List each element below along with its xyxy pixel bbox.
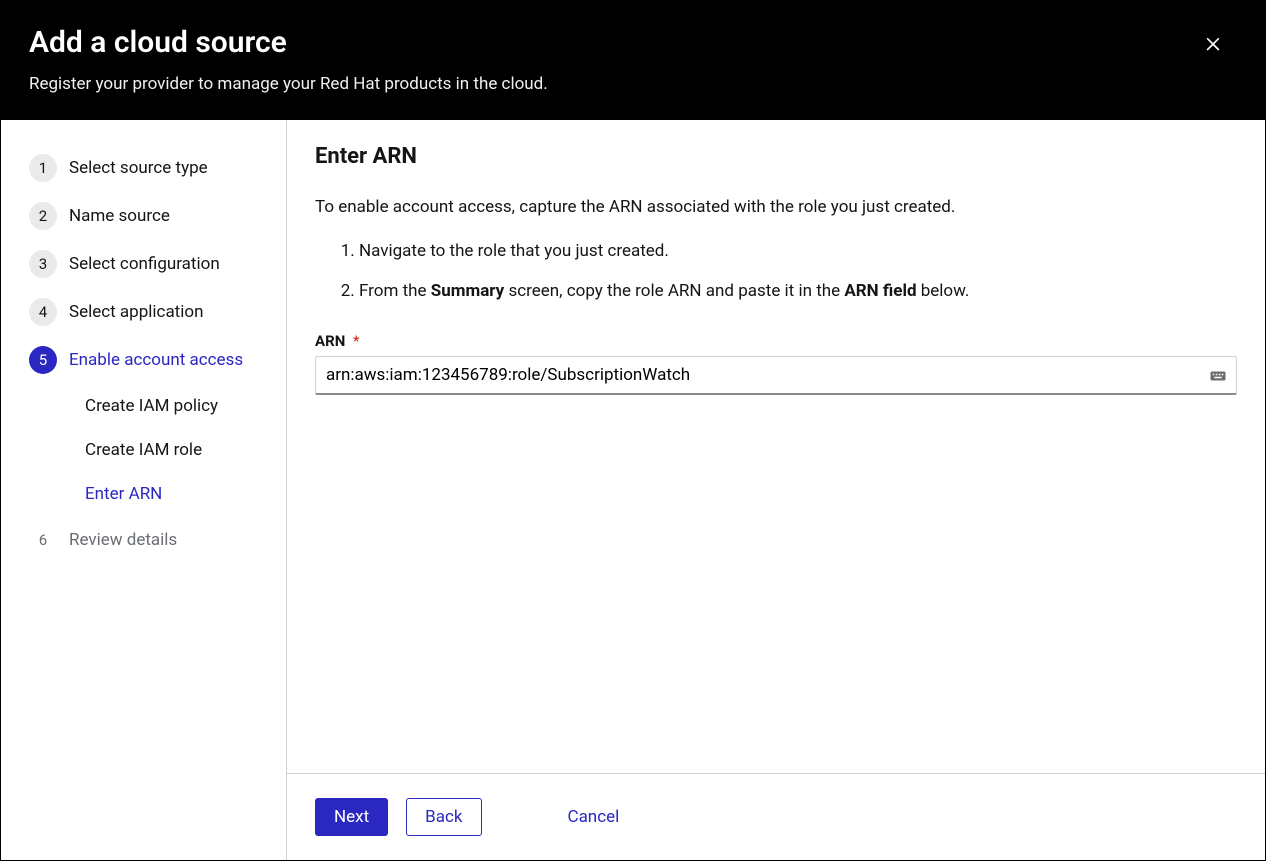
- step-label: Select configuration: [69, 254, 220, 274]
- wizard-sidebar: 1 Select source type 2 Name source 3 Sel…: [1, 120, 287, 860]
- instruction-step-2: From the Summary screen, copy the role A…: [359, 279, 1237, 305]
- page-heading: Enter ARN: [315, 144, 1237, 169]
- wizard-footer: Next Back Cancel: [287, 773, 1265, 860]
- substep-label: Create IAM policy: [85, 396, 218, 416]
- modal-body: 1 Select source type 2 Name source 3 Sel…: [1, 120, 1265, 860]
- step-select-configuration[interactable]: 3 Select configuration: [1, 240, 286, 288]
- step-label: Select application: [69, 302, 203, 322]
- step-number: 5: [29, 346, 57, 374]
- arn-label-row: ARN *: [315, 332, 1237, 350]
- modal-header: Add a cloud source Register your provide…: [1, 1, 1265, 120]
- substep-list: Create IAM policy Create IAM role Enter …: [1, 384, 286, 516]
- modal-title: Add a cloud source: [29, 25, 1237, 60]
- required-indicator: *: [353, 332, 359, 350]
- substep-create-iam-policy[interactable]: Create IAM policy: [69, 384, 286, 428]
- wizard-content: Enter ARN To enable account access, capt…: [287, 120, 1265, 773]
- step-name-source[interactable]: 2 Name source: [1, 192, 286, 240]
- arn-form-group: ARN *: [315, 332, 1237, 395]
- substep-label: Create IAM role: [85, 440, 202, 460]
- step-review-details[interactable]: 6 Review details: [1, 516, 286, 564]
- next-button[interactable]: Next: [315, 798, 388, 836]
- step-number: 2: [29, 202, 57, 230]
- arn-label: ARN: [315, 332, 345, 350]
- step-list-after: 6 Review details: [1, 516, 286, 564]
- step-select-source-type[interactable]: 1 Select source type: [1, 144, 286, 192]
- back-button[interactable]: Back: [406, 798, 481, 836]
- wizard-modal: Add a cloud source Register your provide…: [0, 0, 1266, 861]
- step-label: Name source: [69, 206, 170, 226]
- step-list: 1 Select source type 2 Name source 3 Sel…: [1, 144, 286, 384]
- intro-text: To enable account access, capture the AR…: [315, 197, 1237, 217]
- cancel-button[interactable]: Cancel: [550, 799, 638, 835]
- arn-input-wrap: [315, 356, 1237, 395]
- modal-subtitle: Register your provider to manage your Re…: [29, 74, 1237, 94]
- step-enable-account-access[interactable]: 5 Enable account access: [1, 336, 286, 384]
- step-number: 6: [29, 526, 57, 554]
- substep-create-iam-role[interactable]: Create IAM role: [69, 428, 286, 472]
- close-icon: [1203, 33, 1223, 53]
- substep-label: Enter ARN: [85, 484, 162, 504]
- wizard-main: Enter ARN To enable account access, capt…: [287, 120, 1265, 860]
- arn-input[interactable]: [315, 356, 1237, 395]
- step-label: Select source type: [69, 158, 208, 178]
- step-number: 1: [29, 154, 57, 182]
- step-select-application[interactable]: 4 Select application: [1, 288, 286, 336]
- keyboard-icon: [1209, 367, 1227, 385]
- instruction-step-1: Navigate to the role that you just creat…: [359, 239, 1237, 265]
- instruction-list: Navigate to the role that you just creat…: [315, 239, 1237, 304]
- close-button[interactable]: [1199, 29, 1227, 57]
- substep-enter-arn[interactable]: Enter ARN: [69, 472, 286, 516]
- step-label: Review details: [69, 530, 177, 550]
- step-label: Enable account access: [69, 350, 243, 370]
- step-number: 4: [29, 298, 57, 326]
- step-number: 3: [29, 250, 57, 278]
